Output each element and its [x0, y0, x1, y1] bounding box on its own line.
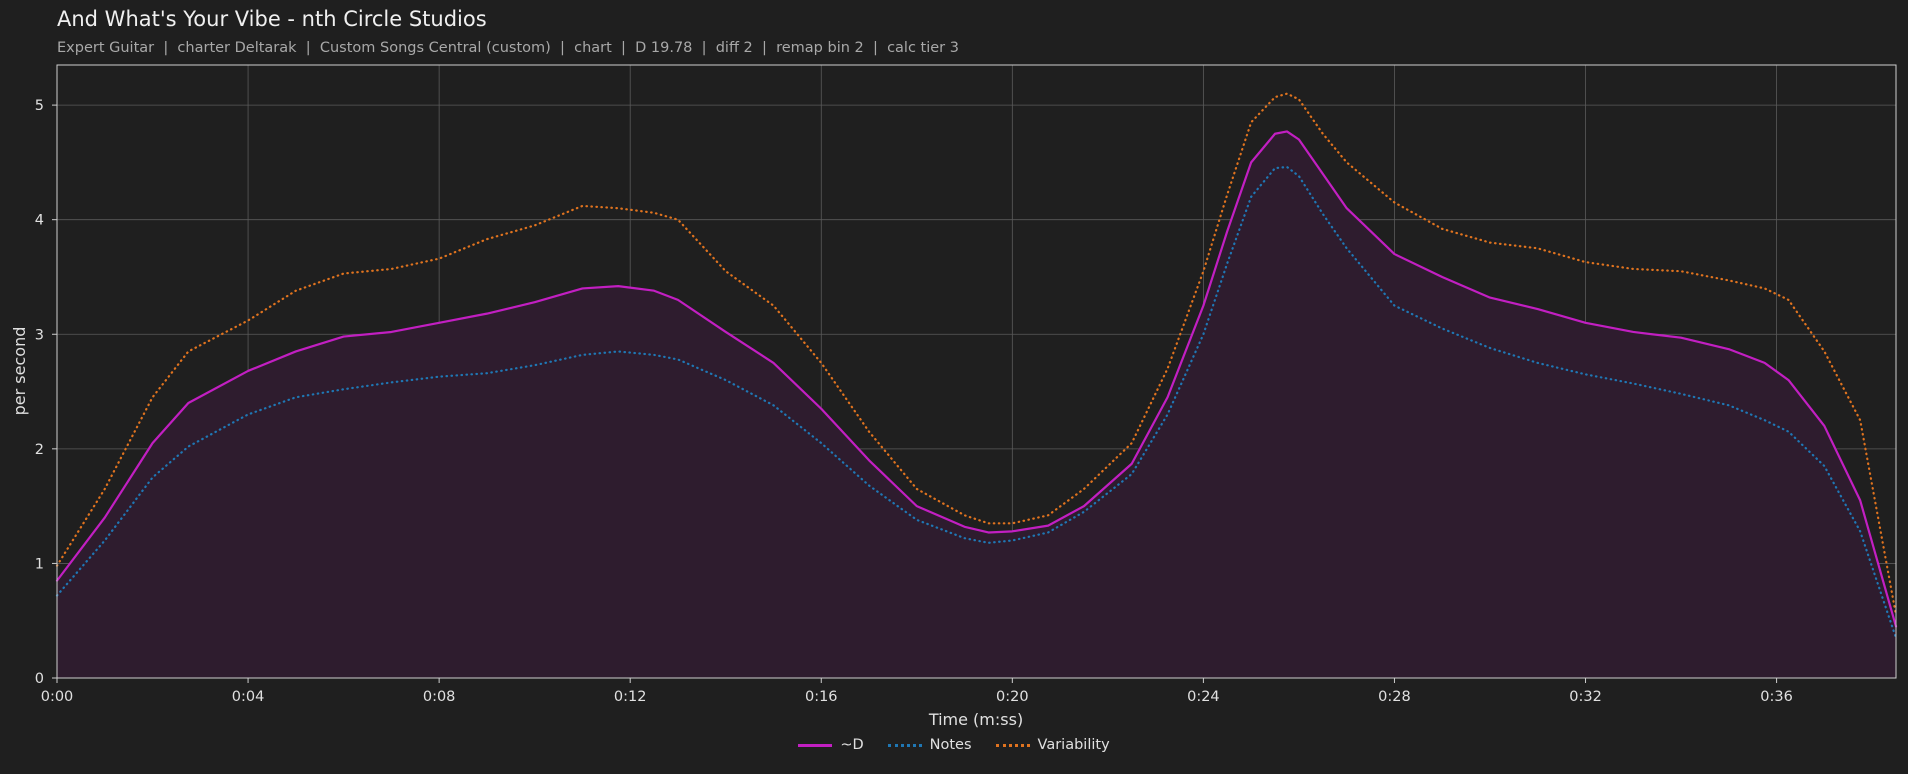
x-tick-label: 0:36	[1760, 689, 1793, 705]
legend-item: Notes	[887, 737, 972, 753]
legend-label: ~D	[840, 737, 864, 753]
area-fill-layer	[57, 131, 1896, 678]
y-tick-label: 5	[35, 98, 44, 114]
area-fill-d	[57, 131, 1896, 678]
x-tick-label: 0:12	[614, 689, 647, 705]
line-chart: 0:00 0:04 0:08 0:12 0:16 0:20 0:24 0:28 0:32 0:36…	[10, 64, 1898, 729]
legend-item: Variability	[995, 737, 1110, 753]
y-tick-label: 4	[35, 213, 44, 229]
legend-swatch	[798, 743, 833, 747]
x-tick-label: 0:28	[1378, 689, 1411, 705]
y-axis-label: per second	[10, 327, 29, 416]
legend: ~D Notes Variability	[0, 737, 1908, 753]
x-axis-label: Time (m:ss)	[928, 710, 1023, 729]
x-tick-label: 0:20	[996, 689, 1029, 705]
x-tick-label: 0:24	[1187, 689, 1220, 705]
x-tick-label: 0:16	[805, 689, 838, 705]
legend-item: ~D	[798, 737, 864, 753]
legend-swatch	[887, 743, 922, 747]
y-tick-label: 1	[35, 556, 44, 572]
y-tick-label: 3	[35, 327, 44, 343]
x-tick-label: 0:00	[41, 689, 74, 705]
y-tick-label: 2	[35, 442, 44, 458]
legend-label: Variability	[1037, 737, 1110, 753]
legend-label: Notes	[929, 737, 972, 753]
x-tick-label: 0:04	[232, 689, 265, 705]
y-tick-label: 0	[35, 671, 44, 687]
legend-swatch	[995, 743, 1030, 747]
x-tick-label: 0:32	[1569, 689, 1602, 705]
x-tick-label: 0:08	[423, 689, 456, 705]
